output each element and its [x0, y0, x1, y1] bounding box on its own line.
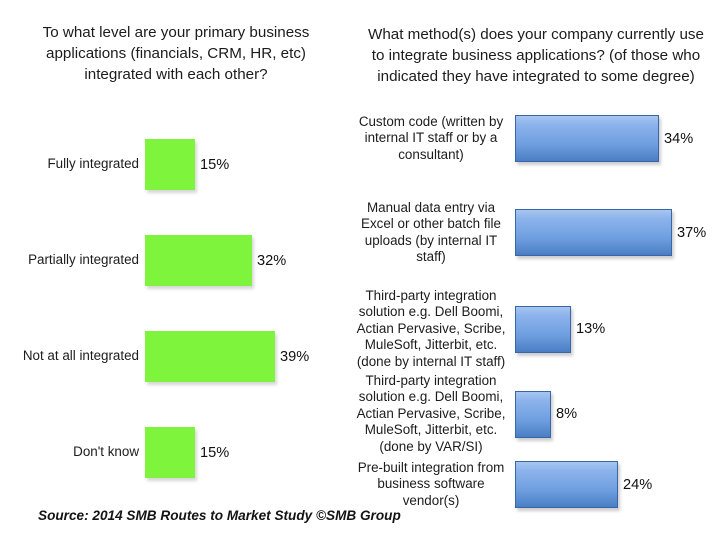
bar-row: Third-party integration solution e.g. De…	[352, 288, 720, 370]
category-label: Custom code (written by internal IT staf…	[358, 114, 504, 162]
bar-row: Custom code (written by internal IT staf…	[352, 114, 720, 163]
category-label: Third-party integration solution e.g. De…	[356, 373, 506, 454]
right-chart-panel: What method(s) does your company current…	[352, 0, 720, 540]
bar-pre-built-integration	[515, 461, 618, 509]
category-label: Don't know	[73, 444, 139, 460]
category-label: Not at all integrated	[22, 348, 139, 364]
bar-value-label: 37%	[677, 224, 707, 241]
bar-value-label: 13%	[576, 321, 606, 338]
bar-track: 39%	[145, 331, 309, 382]
bar-row: Manual data entry via Excel or other bat…	[352, 200, 720, 266]
bar-row: Not at all integrated 39%	[0, 331, 352, 382]
bar-track: 37%	[515, 209, 707, 257]
category-label: Third-party integration solution e.g. De…	[356, 288, 506, 369]
bar-track: 24%	[515, 461, 653, 509]
bar-third-party-var-si	[515, 390, 551, 438]
bar-value-label: 32%	[257, 252, 287, 269]
bar-value-label: 15%	[200, 444, 230, 461]
bar-row: Third-party integration solution e.g. De…	[352, 373, 720, 455]
bar-track: 15%	[145, 139, 229, 190]
left-chart-title: To what level are your primary business …	[42, 24, 310, 83]
bar-value-label: 24%	[623, 476, 653, 493]
bar-track: 34%	[515, 115, 694, 163]
bar-fully-integrated	[145, 139, 195, 190]
left-chart-panel: To what level are your primary business …	[0, 0, 352, 540]
bar-third-party-internal-it	[515, 305, 571, 353]
bar-row: Pre-built integration from business soft…	[352, 460, 720, 509]
bar-partially-integrated	[145, 235, 252, 286]
category-label: Pre-built integration from business soft…	[357, 460, 505, 508]
category-label: Manual data entry via Excel or other bat…	[361, 200, 501, 265]
bar-row: Partially integrated 32%	[0, 235, 352, 286]
bar-row: Fully integrated 15%	[0, 139, 352, 190]
bar-track: 15%	[145, 427, 229, 478]
bar-track: 13%	[515, 305, 606, 353]
bar-custom-code	[515, 115, 659, 163]
bar-manual-data-entry	[515, 209, 672, 257]
bar-value-label: 34%	[664, 130, 694, 147]
bar-value-label: 8%	[556, 406, 578, 423]
bar-row: Don't know 15%	[0, 427, 352, 478]
bar-value-label: 39%	[280, 348, 310, 365]
bar-value-label: 15%	[200, 156, 230, 173]
bar-track: 8%	[515, 390, 578, 438]
bar-not-at-all-integrated	[145, 331, 275, 382]
bar-dont-know	[145, 427, 195, 478]
category-label: Partially integrated	[28, 252, 139, 268]
bar-track: 32%	[145, 235, 286, 286]
source-note: Source: 2014 SMB Routes to Market Study …	[38, 508, 401, 523]
category-label: Fully integrated	[47, 156, 139, 172]
right-chart-title: What method(s) does your company current…	[368, 26, 704, 85]
